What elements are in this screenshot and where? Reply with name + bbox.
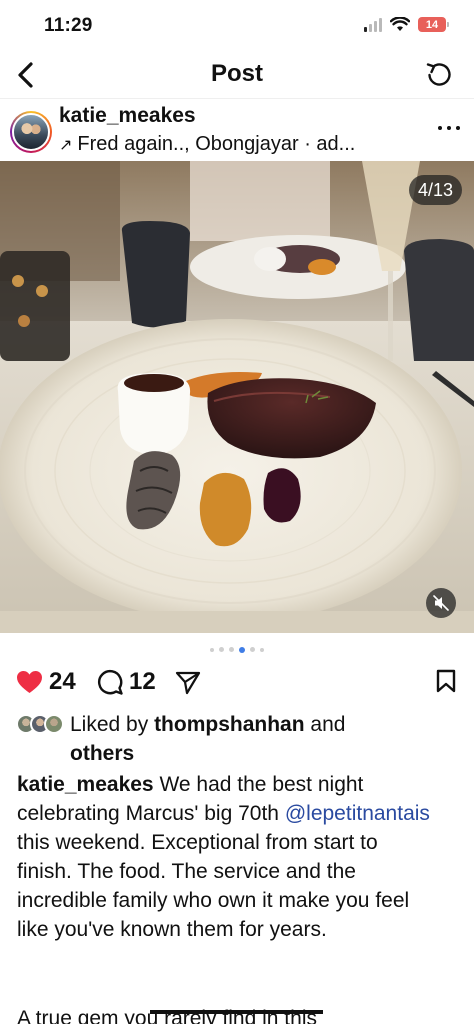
liked-by[interactable]: Liked by thompshanhan and others — [16, 710, 456, 768]
music-attribution[interactable]: ↗ Fred again.., Obongjayar · ad... — [59, 133, 355, 156]
comment-button[interactable]: 12 — [97, 668, 156, 696]
battery-icon: 14 — [418, 17, 449, 32]
caption-username[interactable]: katie_meakes — [17, 773, 154, 796]
caption-continued: A true gem you rarely find in this — [17, 1007, 317, 1024]
carousel-dot — [250, 647, 255, 652]
liked-by-others[interactable]: others — [70, 742, 134, 765]
music-label: Fred again.., Obongjayar · ad... — [77, 133, 356, 155]
arrow-up-right-icon: ↗ — [59, 136, 73, 154]
speaker-muted-icon — [433, 595, 449, 611]
like-count: 24 — [49, 668, 76, 695]
carousel-dot — [260, 648, 264, 652]
mute-button[interactable] — [426, 588, 456, 618]
carousel-dot — [210, 648, 214, 652]
status-icons: 14 — [364, 17, 449, 32]
bookmark-icon[interactable] — [436, 669, 456, 693]
avatar — [44, 714, 64, 734]
status-bar: 11:29 14 — [0, 0, 474, 52]
battery-level: 14 — [425, 18, 439, 31]
author-username[interactable]: katie_meakes — [59, 104, 196, 128]
liked-by-prefix: Liked by — [70, 713, 149, 736]
caption-mention[interactable]: @lepetitnantais — [285, 802, 430, 825]
liked-by-user[interactable]: thompshanhan — [154, 713, 305, 736]
page-title: Post — [210, 60, 263, 87]
comment-icon — [97, 669, 123, 695]
heart-filled-icon — [17, 671, 42, 693]
nav-bar: Post — [0, 52, 474, 98]
share-icon[interactable] — [175, 671, 201, 695]
overlay-bar — [150, 1010, 323, 1014]
signal-icon — [364, 17, 382, 32]
caption-text: this weekend. Exceptional from start to … — [17, 831, 410, 941]
carousel-indicator — [0, 647, 474, 653]
refresh-icon[interactable] — [424, 60, 454, 90]
wifi-icon — [390, 17, 410, 31]
carousel-dot — [219, 647, 224, 652]
post-caption: katie_meakes We had the best night celeb… — [17, 770, 437, 944]
carousel-dot-active — [239, 647, 245, 653]
post-photo[interactable]: 4/13 — [0, 161, 474, 633]
liked-by-avatars — [16, 714, 64, 734]
more-options-icon[interactable] — [438, 121, 460, 135]
action-bar: 24 12 — [0, 665, 474, 701]
liked-by-suffix: and — [310, 713, 346, 736]
media-counter: 4/13 — [408, 175, 462, 205]
status-time: 11:29 — [44, 15, 93, 36]
carousel-dot — [229, 647, 234, 652]
avatar[interactable] — [10, 111, 52, 153]
post-header: katie_meakes ↗ Fred again.., Obongjayar … — [0, 98, 474, 160]
like-button[interactable]: 24 — [16, 668, 76, 696]
comment-count: 12 — [129, 668, 156, 695]
food-plate-image — [0, 161, 474, 633]
